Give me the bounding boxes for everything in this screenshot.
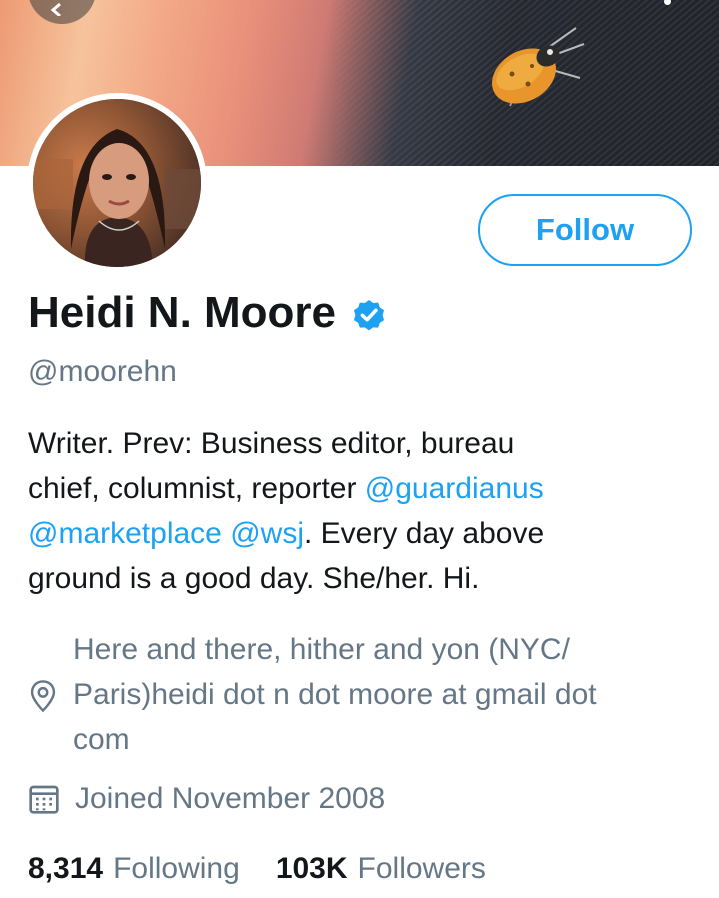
location-line: Paris)heidi dot n dot moore at gmail dot bbox=[73, 678, 597, 711]
location-pin-icon bbox=[30, 680, 56, 713]
followers-stat[interactable]: 103K Followers bbox=[276, 849, 486, 889]
bio-line: chief, columnist, reporter @guardianus bbox=[28, 466, 678, 511]
calendar-icon bbox=[29, 785, 59, 814]
more-vertical-icon bbox=[664, 0, 671, 5]
followers-count: 103K bbox=[275, 852, 348, 885]
profile-name-row: Heidi N. Moore bbox=[28, 287, 388, 339]
bio-text: . Every day above bbox=[304, 517, 545, 550]
following-label: Following bbox=[113, 852, 240, 885]
ladybug-image bbox=[492, 27, 585, 107]
avatar-photo bbox=[33, 99, 201, 267]
verified-badge-icon bbox=[353, 299, 385, 331]
profile-bio: Writer. Prev: Business editor, bureau ch… bbox=[28, 421, 678, 601]
display-name: Heidi N. Moore bbox=[28, 288, 337, 337]
followers-label: Followers bbox=[357, 852, 486, 885]
following-stat[interactable]: 8,314 Following bbox=[28, 849, 240, 889]
bio-line: @marketplace @wsj. Every day above bbox=[28, 511, 678, 556]
following-count: 8,314 bbox=[28, 852, 104, 885]
more-options-button[interactable] bbox=[655, 0, 679, 22]
bio-line: ground is a good day. She/her. Hi. bbox=[28, 562, 480, 595]
avatar[interactable] bbox=[27, 93, 207, 273]
bio-text: chief, columnist, reporter bbox=[28, 472, 365, 505]
follow-button[interactable]: Follow bbox=[478, 194, 692, 266]
mention-link-wsj[interactable]: @wsj bbox=[230, 517, 304, 550]
joined-date: Joined November 2008 bbox=[75, 782, 386, 815]
profile-stats: 8,314 Following 103K Followers bbox=[28, 849, 486, 889]
profile-joined: Joined November 2008 bbox=[28, 779, 385, 819]
mention-link-marketplace[interactable]: @marketplace bbox=[28, 517, 222, 550]
location-line: Here and there, hither and yon (NYC/ bbox=[73, 633, 570, 666]
location-text: Here and there, hither and yon (NYC/ Par… bbox=[73, 627, 703, 762]
back-arrow-icon bbox=[50, 2, 61, 16]
bio-line: Writer. Prev: Business editor, bureau bbox=[28, 427, 515, 460]
profile-handle: @moorehn bbox=[28, 355, 177, 388]
location-line: com bbox=[73, 723, 130, 756]
mention-link-guardianus[interactable]: @guardianus bbox=[365, 472, 544, 505]
